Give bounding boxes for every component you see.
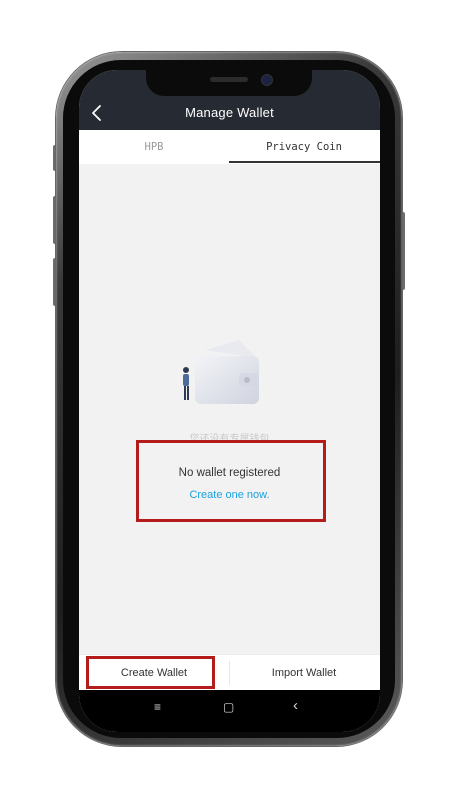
back-nav-icon[interactable]: ‹ (293, 697, 298, 714)
tab-hpb[interactable]: HPB (79, 130, 229, 164)
home-icon[interactable]: ▢ (223, 700, 234, 714)
menu-icon[interactable]: ≡ (154, 700, 161, 714)
phone-camera (261, 74, 273, 86)
system-nav-bar: ≡ ▢ ‹ (79, 690, 380, 732)
tab-bar: HPB Privacy Coin (79, 130, 380, 164)
wallet-person-illustration (169, 340, 293, 420)
tab-privacy-coin[interactable]: Privacy Coin (229, 130, 379, 164)
page-title: Manage Wallet (185, 105, 274, 120)
active-tab-indicator (229, 161, 380, 163)
stage: Manage Wallet HPB Privacy Coin 您还没有专属钱包 … (0, 0, 458, 798)
create-wallet-highlight-box (86, 656, 215, 689)
import-wallet-button[interactable]: Import Wallet (229, 655, 379, 691)
app-screen: Manage Wallet HPB Privacy Coin 您还没有专属钱包 … (79, 70, 380, 732)
phone-speaker (210, 77, 248, 82)
empty-state-highlight-box (136, 440, 326, 522)
